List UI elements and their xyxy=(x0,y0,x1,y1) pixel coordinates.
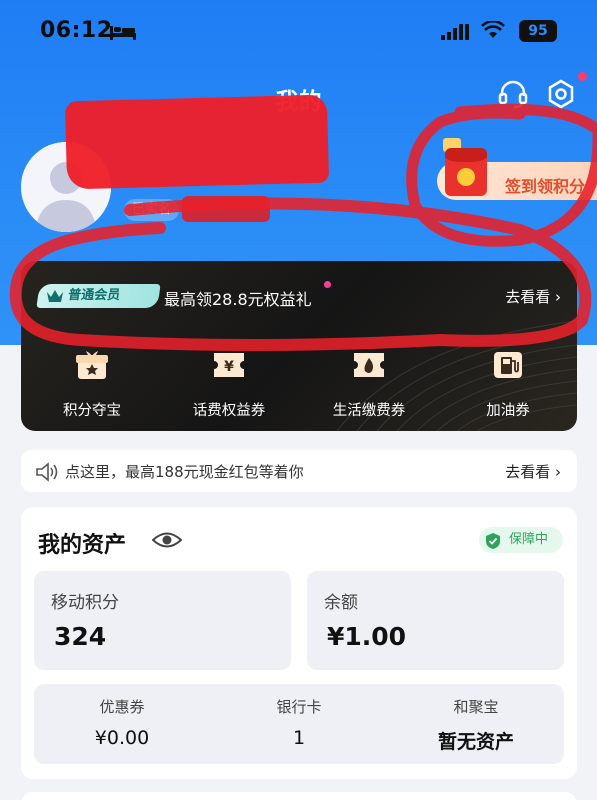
status-time: 06:12 xyxy=(40,18,113,43)
points-label: 移动积分 xyxy=(51,593,119,613)
balance-box[interactable]: 余额 ¥1.00 xyxy=(307,571,564,670)
bank-card-label: 银行卡 xyxy=(276,698,322,716)
member-go-link[interactable]: 去看看 › xyxy=(505,286,561,307)
hejubao-cell[interactable]: 和聚宝 暂无资产 xyxy=(388,684,564,764)
feature-phone-coupon[interactable]: ¥ 话费权益券 xyxy=(169,349,289,420)
battery-indicator: 95 xyxy=(519,20,557,42)
customer-service-icon[interactable] xyxy=(497,78,529,110)
redaction-mark xyxy=(64,94,330,190)
feature-label: 生活缴费券 xyxy=(332,403,406,419)
points-box[interactable]: 移动积分 324 xyxy=(34,571,291,670)
member-card[interactable]: 普通会员 最高领28.8元权益礼 去看看 › 积分夺宝 ¥ 话费权益券 生活缴费… xyxy=(21,261,577,431)
feature-label: 加油券 xyxy=(486,403,530,419)
protection-label: 保障中 xyxy=(509,532,549,547)
asset-summary-row: 优惠券 ¥0.00 银行卡 1 和聚宝 暂无资产 xyxy=(34,684,564,764)
coupons-cell[interactable]: 优惠券 ¥0.00 xyxy=(34,684,210,764)
signin-label[interactable]: 签到领积分 xyxy=(505,173,585,197)
redaction-mark-level xyxy=(182,196,270,222)
notice-text: 点这里，最高188元现金红包等着你 xyxy=(65,463,304,481)
yen-ticket-icon: ¥ xyxy=(214,353,244,377)
assets-title: 我的资产 xyxy=(38,533,127,558)
sleep-mode-icon xyxy=(110,26,136,40)
points-value: 324 xyxy=(54,622,107,651)
feature-fuel-coupon[interactable]: 加油券 xyxy=(448,349,568,420)
balance-label: 余额 xyxy=(324,593,358,613)
wifi-icon xyxy=(481,21,505,38)
promo-notification-dot xyxy=(324,281,331,288)
bank-card-value: 1 xyxy=(292,727,306,749)
chevron-right-icon: › xyxy=(555,288,561,306)
hejubao-value: 暂无资产 xyxy=(437,731,514,753)
member-promo-text[interactable]: 最高领28.8元权益礼 xyxy=(164,286,312,310)
shield-check-icon xyxy=(486,533,500,549)
member-go-label: 去看看 xyxy=(505,288,551,306)
settings-notification-dot xyxy=(578,72,587,81)
feature-label: 积分夺宝 xyxy=(63,403,121,419)
bank-card-cell[interactable]: 银行卡 1 xyxy=(211,684,387,764)
feature-points-lottery[interactable]: 积分夺宝 xyxy=(32,349,152,420)
red-packet-icon xyxy=(443,138,487,196)
crown-icon xyxy=(47,290,63,302)
chevron-right-icon: › xyxy=(555,463,561,481)
verified-badge: 已实名 xyxy=(124,199,180,221)
balance-value: ¥1.00 xyxy=(327,622,407,651)
settings-icon[interactable] xyxy=(545,78,577,110)
status-bar: 06:12 95 xyxy=(40,18,557,48)
next-card-edge xyxy=(21,792,577,800)
notice-go-link[interactable]: 去看看 › xyxy=(505,461,561,482)
speaker-icon xyxy=(36,462,58,482)
member-level-label: 普通会员 xyxy=(67,288,122,303)
svg-text:¥: ¥ xyxy=(224,359,234,375)
coupons-label: 优惠券 xyxy=(99,698,145,716)
notice-bar[interactable]: 点这里，最高188元现金红包等着你 去看看 › xyxy=(21,450,577,492)
eye-icon[interactable] xyxy=(152,530,182,550)
hejubao-label: 和聚宝 xyxy=(453,698,499,716)
cellular-signal-icon xyxy=(441,24,469,40)
notice-go-label: 去看看 xyxy=(505,463,551,481)
fuel-icon xyxy=(494,352,522,378)
feature-label: 话费权益券 xyxy=(192,403,266,419)
feature-bill-coupon[interactable]: 生活缴费券 xyxy=(309,349,429,420)
coupons-value: ¥0.00 xyxy=(94,727,150,749)
assets-card: 我的资产 保障中 移动积分 324 余额 ¥1.00 优惠券 ¥0.00 银行卡… xyxy=(21,507,577,779)
bill-ticket-icon xyxy=(354,353,384,377)
gift-icon xyxy=(76,351,108,379)
